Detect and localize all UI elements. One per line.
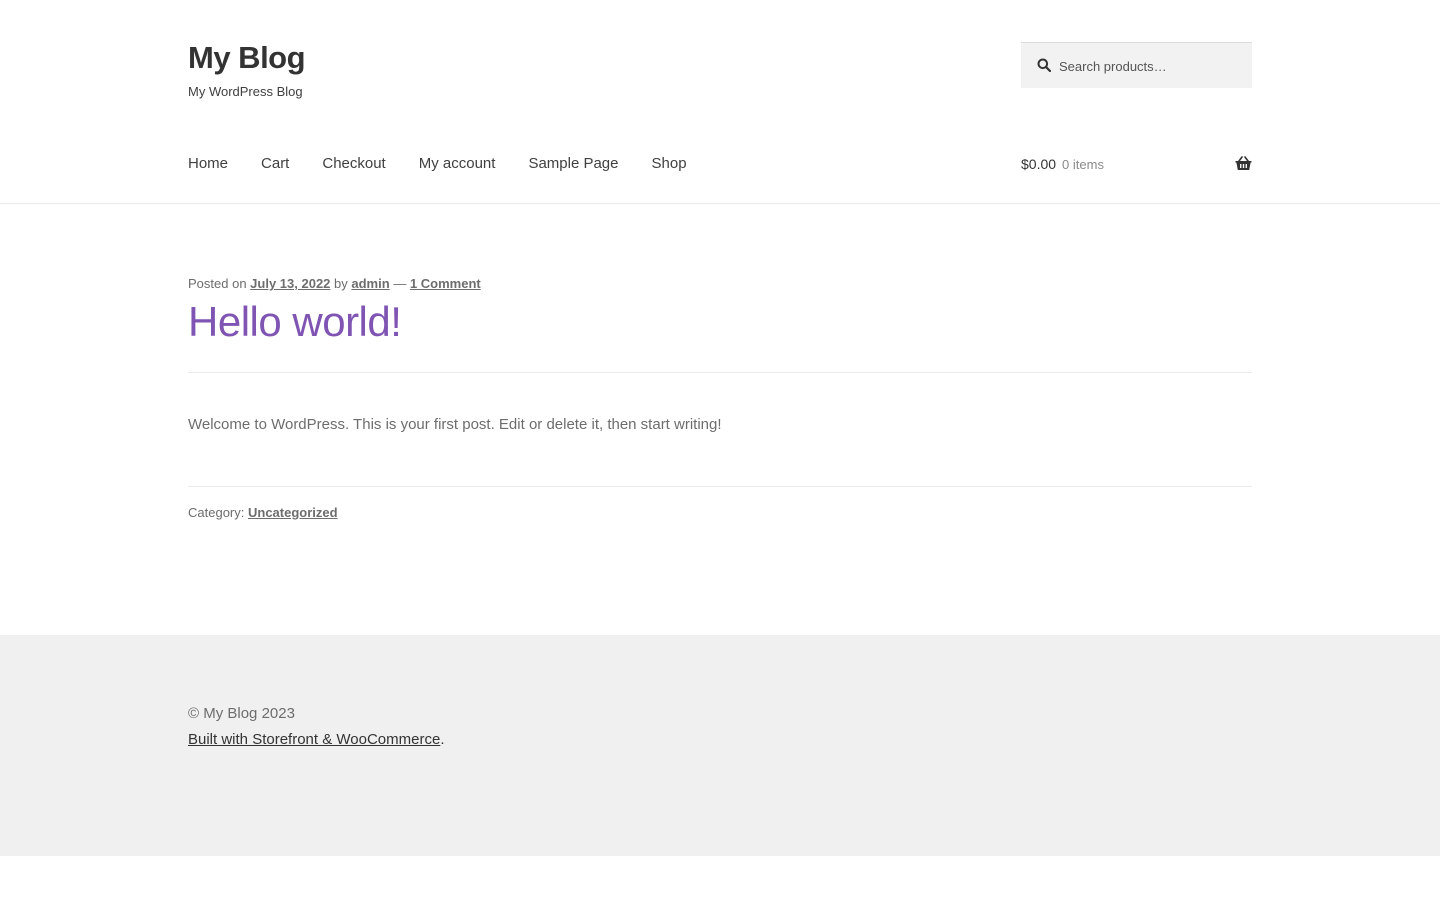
- divider: [188, 372, 1252, 373]
- credit: Built with Storefront & WooCommerce.: [188, 731, 444, 748]
- post-date-link[interactable]: July 13, 2022: [250, 276, 330, 291]
- primary-navigation: Home Cart Checkout My account Sample Pag…: [188, 152, 720, 176]
- copyright: © My Blog 2023: [188, 705, 295, 722]
- site-description: My WordPress Blog: [188, 84, 303, 99]
- comments-link[interactable]: 1 Comment: [410, 276, 481, 291]
- post-content: Welcome to WordPress. This is your first…: [188, 416, 722, 433]
- post-title: Hello world!: [188, 298, 402, 345]
- credit-suffix: .: [440, 731, 445, 748]
- search-icon: [1037, 58, 1051, 72]
- divider: [188, 486, 1252, 487]
- post-meta: Posted on July 13, 2022 by admin — 1 Com…: [188, 276, 481, 291]
- storefront-credit-link[interactable]: Built with Storefront & WooCommerce: [188, 731, 440, 748]
- category-link[interactable]: Uncategorized: [248, 505, 338, 520]
- category-label: Category:: [188, 505, 245, 520]
- nav-checkout[interactable]: Checkout: [322, 152, 385, 176]
- by-label: by: [334, 276, 348, 291]
- nav-sample-page[interactable]: Sample Page: [528, 152, 618, 176]
- meta-separator: —: [393, 276, 407, 291]
- posted-on-label: Posted on: [188, 276, 247, 291]
- search-input[interactable]: [1057, 43, 1251, 89]
- nav-home[interactable]: Home: [188, 152, 228, 176]
- nav-cart[interactable]: Cart: [261, 152, 289, 176]
- cart-amount: $0.00: [1021, 156, 1057, 172]
- basket-icon: [1235, 156, 1252, 170]
- nav-shop[interactable]: Shop: [652, 152, 687, 176]
- site-footer: © My Blog 2023 Built with Storefront & W…: [0, 635, 1440, 856]
- header-cart[interactable]: $0.00 0 items: [1021, 152, 1252, 176]
- cart-count: 0 items: [1062, 157, 1104, 172]
- nav-my-account[interactable]: My account: [419, 152, 496, 176]
- author-link[interactable]: admin: [351, 276, 389, 291]
- product-search: [1021, 42, 1252, 89]
- site-header: My Blog My WordPress Blog Home Cart Chec…: [0, 0, 1440, 204]
- post-category: Category: Uncategorized: [188, 505, 338, 520]
- site-title[interactable]: My Blog: [188, 40, 306, 76]
